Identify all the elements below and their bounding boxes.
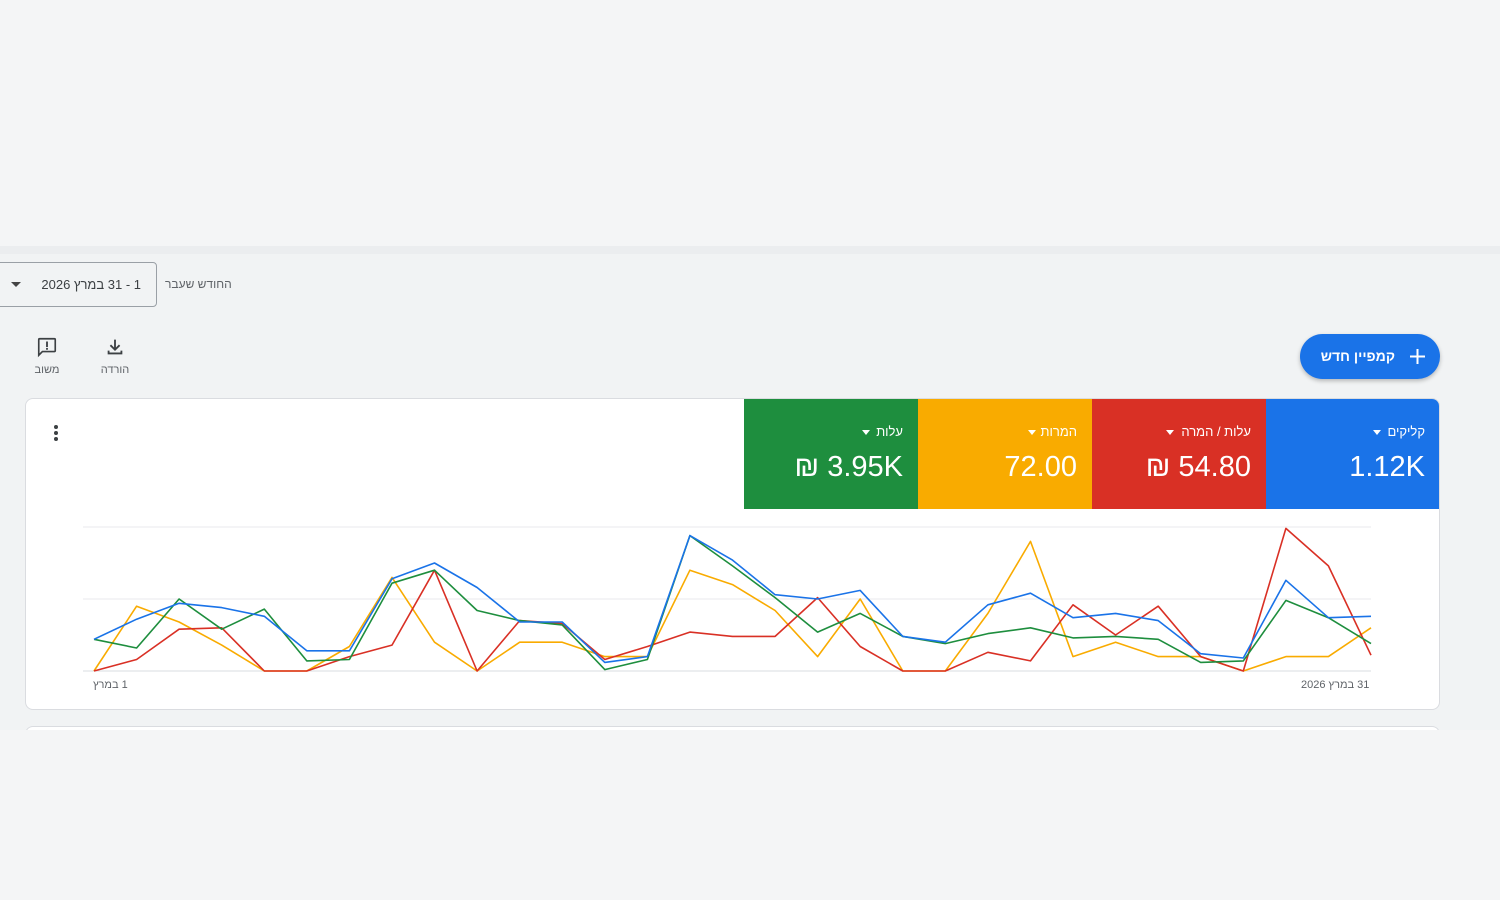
metric-value: ₪ 54.80 bbox=[1145, 451, 1251, 483]
chevron-down-icon bbox=[11, 282, 21, 287]
metric-value: 72.00 bbox=[1004, 451, 1077, 483]
date-range-value: 1 - 31 במרץ 2026 bbox=[41, 277, 141, 292]
chevron-down-icon bbox=[1166, 430, 1174, 435]
chevron-down-icon bbox=[1373, 430, 1381, 435]
metric-conversions[interactable]: המרות 72.00 bbox=[918, 399, 1092, 509]
download-label: הורדה bbox=[100, 364, 130, 376]
feedback-button[interactable]: משוב bbox=[17, 336, 77, 386]
chevron-down-icon bbox=[862, 430, 870, 435]
metric-label: המרות bbox=[1040, 424, 1077, 439]
new-campaign-label: קמפיין חדש bbox=[1320, 348, 1395, 364]
metric-label: קליקים bbox=[1387, 424, 1425, 439]
performance-chart: 1 במרץ 31 במרץ 2026 bbox=[26, 509, 1439, 709]
chevron-down-icon bbox=[1028, 430, 1036, 435]
series-line-3 bbox=[93, 534, 1372, 671]
top-blank-area bbox=[0, 0, 1500, 246]
metric-label: עלות / המרה bbox=[1181, 424, 1251, 439]
section-divider bbox=[0, 246, 1500, 254]
overview-workspace: 1 - 31 במרץ 2026 החודש שעבר משוב הורדה ק… bbox=[0, 254, 1500, 736]
feedback-label: משוב bbox=[34, 364, 60, 376]
series-line-1 bbox=[93, 527, 1372, 672]
x-axis-end-label: 31 במרץ 2026 bbox=[1301, 679, 1370, 691]
metric-cost-per-conversion[interactable]: עלות / המרה ₪ 54.80 bbox=[1092, 399, 1266, 509]
performance-card: קליקים 1.12K עלות / המרה ₪ 54.80 המרות 7… bbox=[25, 398, 1440, 710]
metric-cost[interactable]: עלות ₪ 3.95K bbox=[744, 399, 918, 509]
download-button[interactable]: הורדה bbox=[85, 336, 145, 386]
period-label: החודש שעבר bbox=[165, 277, 232, 291]
chart-svg bbox=[83, 526, 1372, 672]
metric-value: ₪ 3.95K bbox=[794, 451, 903, 483]
download-icon bbox=[107, 339, 123, 355]
metric-value: 1.12K bbox=[1349, 451, 1425, 483]
metric-label: עלות bbox=[876, 424, 903, 439]
x-axis-start-label: 1 במרץ bbox=[93, 679, 128, 691]
date-range-select[interactable]: 1 - 31 במרץ 2026 bbox=[0, 262, 157, 307]
feedback-icon bbox=[37, 337, 57, 358]
bottom-blank-area bbox=[0, 730, 1500, 900]
new-campaign-button[interactable]: קמפיין חדש bbox=[1300, 334, 1440, 379]
plus-icon bbox=[1410, 349, 1425, 364]
metric-clicks[interactable]: קליקים 1.12K bbox=[1266, 399, 1439, 509]
more-vert-icon[interactable] bbox=[48, 425, 64, 441]
